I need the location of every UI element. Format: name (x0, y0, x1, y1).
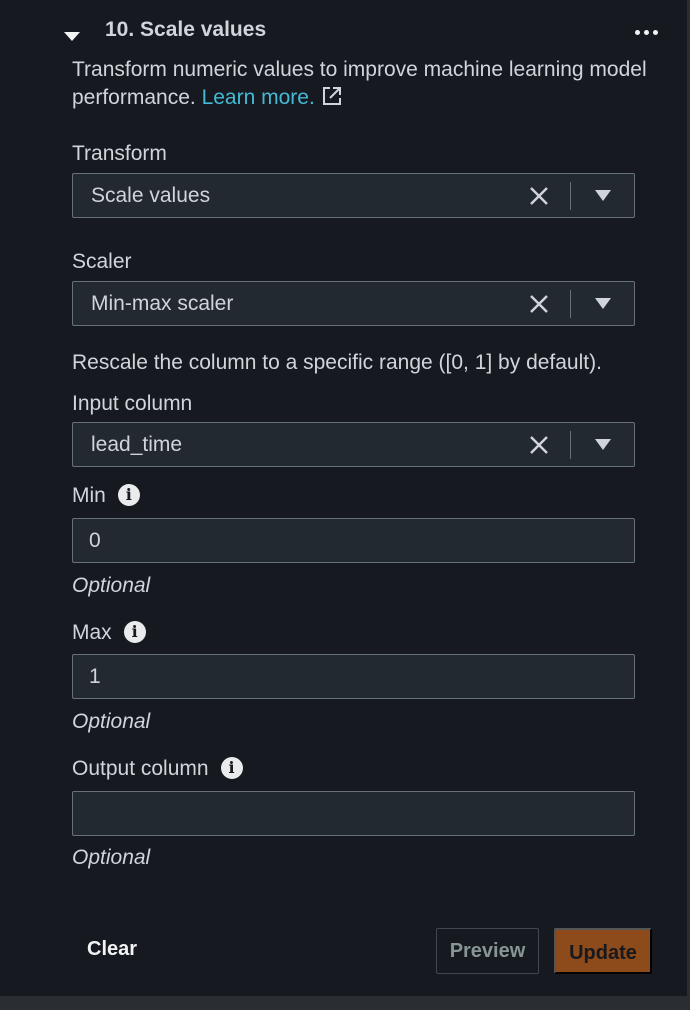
output-column-label-text: Output column (72, 757, 209, 780)
transform-select[interactable]: Scale values (72, 173, 635, 218)
transform-value: Scale values (91, 184, 211, 207)
select-divider (570, 290, 571, 318)
external-link-icon[interactable] (321, 85, 343, 107)
min-label-text: Min (72, 484, 106, 507)
transform-label: Transform (72, 142, 167, 165)
scaler-help-text: Rescale the column to a specific range (… (72, 351, 602, 374)
info-icon[interactable]: i (123, 621, 146, 643)
output-optional-hint: Optional (72, 846, 151, 869)
step-header[interactable]: 10. Scale values (60, 14, 670, 50)
dropdown-arrow-icon[interactable] (595, 298, 611, 309)
select-divider (570, 182, 571, 210)
close-icon[interactable] (528, 185, 550, 207)
scaler-label: Scaler (72, 250, 132, 273)
select-divider (570, 431, 571, 459)
step-description: Transform numeric values to improve mach… (72, 56, 652, 112)
update-button[interactable]: Update (554, 928, 652, 974)
scaler-select[interactable]: Min-max scaler (72, 281, 635, 326)
input-column-select[interactable]: lead_time (72, 422, 635, 467)
more-horizontal-icon[interactable] (634, 22, 660, 42)
clear-button[interactable]: Clear (87, 938, 137, 961)
dropdown-arrow-icon[interactable] (595, 190, 611, 201)
min-optional-hint: Optional (72, 574, 151, 597)
input-column-label: Input column (72, 392, 193, 415)
max-value: 1 (89, 665, 101, 688)
close-icon[interactable] (528, 434, 550, 456)
max-optional-hint: Optional (72, 710, 151, 733)
info-icon[interactable]: i (117, 484, 140, 506)
input-column-value: lead_time (91, 433, 183, 456)
description-text: Transform numeric values to improve mach… (72, 58, 647, 109)
transform-step-panel: 10. Scale values Transform numeric value… (0, 0, 690, 996)
info-icon[interactable]: i (220, 757, 243, 779)
max-label: Max i (72, 621, 146, 645)
output-column-input[interactable] (72, 791, 635, 836)
step-title: 10. Scale values (105, 18, 267, 41)
max-input[interactable]: 1 (72, 654, 635, 699)
min-label: Min i (72, 484, 140, 508)
min-input[interactable]: 0 (72, 518, 635, 563)
dropdown-arrow-icon[interactable] (595, 439, 611, 450)
close-icon[interactable] (528, 293, 550, 315)
preview-button[interactable]: Preview (436, 928, 539, 974)
output-column-label: Output column i (72, 757, 243, 781)
learn-more-link[interactable]: Learn more. (202, 86, 315, 109)
bottom-scroll-edge (0, 996, 690, 1010)
max-label-text: Max (72, 621, 112, 644)
min-value: 0 (89, 529, 101, 552)
caret-down-icon[interactable] (64, 32, 80, 41)
scaler-value: Min-max scaler (91, 292, 234, 315)
